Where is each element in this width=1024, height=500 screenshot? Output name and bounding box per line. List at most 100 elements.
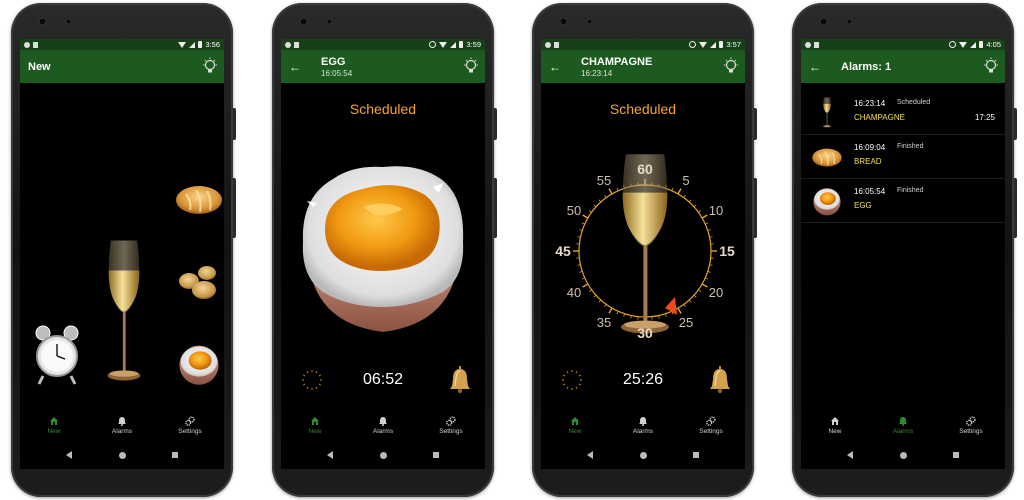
status-bar: 4:05 (801, 39, 1005, 50)
bottom-nav: New Alarms Settings (801, 409, 1005, 441)
nav-new[interactable]: New (541, 409, 609, 441)
alarm-clock-icon[interactable] (34, 324, 80, 386)
back-arrow-icon[interactable]: ← (809, 60, 825, 74)
dial-tick (579, 271, 583, 273)
dial-tick (693, 204, 697, 208)
alarm-list-item[interactable]: 16:23:14 Scheduled CHAMPAGNE 17:25 (801, 91, 1005, 135)
front-camera (559, 17, 568, 26)
screen: 3:56 New New Alarms Settings (20, 39, 224, 469)
app-bar: ← CHAMPAGNE 16:23:14 (541, 50, 745, 83)
potato-icon[interactable] (174, 261, 224, 303)
phone-champagne-screen: 3:57 ← CHAMPAGNE 16:23:14 Scheduled 60 5 1… (532, 3, 757, 497)
lightbulb-icon[interactable] (723, 57, 739, 75)
dial-label: 25 (679, 315, 693, 330)
dial-tick (582, 214, 589, 219)
recents-nav-icon[interactable] (952, 452, 959, 458)
dial-tick (598, 199, 602, 203)
nav-settings[interactable]: Settings (156, 409, 224, 441)
boiled-egg-image[interactable] (293, 157, 473, 337)
nav-new[interactable]: New (801, 409, 869, 441)
back-nav-icon[interactable] (327, 451, 334, 459)
dial-tick (701, 214, 708, 219)
champagne-glass-icon (811, 97, 843, 129)
volume-button (494, 178, 497, 238)
app-bar: New (20, 50, 224, 83)
nav-alarms[interactable]: Alarms (349, 409, 417, 441)
home-nav-icon[interactable] (379, 451, 387, 459)
nav-alarms-label: Alarms (111, 427, 133, 435)
status-label: Scheduled (349, 101, 417, 117)
front-sensor (326, 18, 333, 25)
nav-settings[interactable]: Settings (937, 409, 1005, 441)
page-subtitle: 16:05:54 (321, 68, 353, 78)
front-sensor (65, 18, 72, 25)
alarm-list-item[interactable]: 16:05:54 Finished EGG (801, 179, 1005, 223)
dial-tick (593, 294, 597, 298)
back-arrow-icon[interactable]: ← (289, 60, 305, 74)
alarm-time: 16:09:04 (854, 143, 886, 152)
dial-tick (677, 188, 682, 195)
notification-icon (805, 41, 811, 48)
bottom-nav: New Alarms Settings (20, 409, 224, 441)
lightbulb-icon[interactable] (202, 57, 218, 75)
alarm-list-item[interactable]: 16:09:04 Finished BREAD (801, 135, 1005, 179)
lightbulb-icon[interactable] (463, 57, 479, 75)
dial-tick (707, 271, 711, 273)
timer-dial[interactable]: 60 5 10 15 20 25 30 35 40 45 50 55 (543, 119, 743, 359)
champagne-glass-icon[interactable] (102, 238, 146, 388)
dial-tick (581, 277, 585, 280)
bread-icon (811, 141, 843, 173)
recents-nav-icon[interactable] (692, 452, 699, 458)
page-title: CHAMPAGNE (581, 55, 653, 68)
signal-icon (450, 41, 457, 48)
golden-bell-icon[interactable] (709, 366, 731, 394)
nav-alarms-label: Alarms (892, 427, 914, 435)
wifi-icon (178, 41, 187, 48)
dial-label: 10 (709, 203, 723, 218)
screen: 4:05 ← Alarms: 1 16:23:14 Scheduled CHAM… (801, 39, 1005, 469)
nav-new[interactable]: New (20, 409, 88, 441)
nav-settings[interactable]: Settings (417, 409, 485, 441)
power-button (494, 108, 497, 140)
dial-tick (588, 289, 592, 292)
title-block: New (28, 61, 51, 73)
status-time: 4:05 (986, 40, 1001, 49)
page-subtitle: 16:23:14 (581, 68, 613, 78)
system-nav (801, 447, 1005, 463)
dial-tick (593, 204, 597, 208)
home-nav-icon[interactable] (118, 451, 126, 459)
champagne-glass-icon (621, 154, 669, 334)
battery-icon (459, 41, 464, 48)
golden-bell-icon[interactable] (449, 366, 471, 394)
home-nav-icon[interactable] (899, 451, 907, 459)
home-icon (310, 416, 320, 426)
nav-alarms[interactable]: Alarms (609, 409, 677, 441)
recents-nav-icon[interactable] (171, 452, 178, 458)
back-nav-icon[interactable] (66, 451, 73, 459)
dial-tick (707, 229, 711, 231)
notification-icon (545, 41, 551, 48)
alarm-state: Finished (897, 187, 924, 194)
nav-alarms[interactable]: Alarms (88, 409, 156, 441)
back-arrow-icon[interactable]: ← (549, 60, 565, 74)
dial-tick (623, 313, 625, 317)
recents-nav-icon[interactable] (432, 452, 439, 458)
egg-icon[interactable] (176, 341, 222, 387)
nav-new-label: New (47, 427, 61, 435)
back-nav-icon[interactable] (587, 451, 594, 459)
wifi-icon (959, 41, 968, 48)
nav-new[interactable]: New (281, 409, 349, 441)
nav-new-label: New (828, 427, 842, 435)
bread-icon[interactable] (174, 182, 224, 216)
volume-button (233, 178, 236, 238)
dial-label: 35 (597, 315, 611, 330)
home-nav-icon[interactable] (639, 451, 647, 459)
nav-alarms[interactable]: Alarms (869, 409, 937, 441)
dial-label: 5 (682, 173, 689, 188)
nav-settings[interactable]: Settings (677, 409, 745, 441)
dial-label: 15 (719, 243, 735, 259)
back-nav-icon[interactable] (847, 451, 854, 459)
lightbulb-icon[interactable] (983, 57, 999, 75)
dial-label: 55 (597, 173, 611, 188)
battery-icon (719, 41, 724, 48)
